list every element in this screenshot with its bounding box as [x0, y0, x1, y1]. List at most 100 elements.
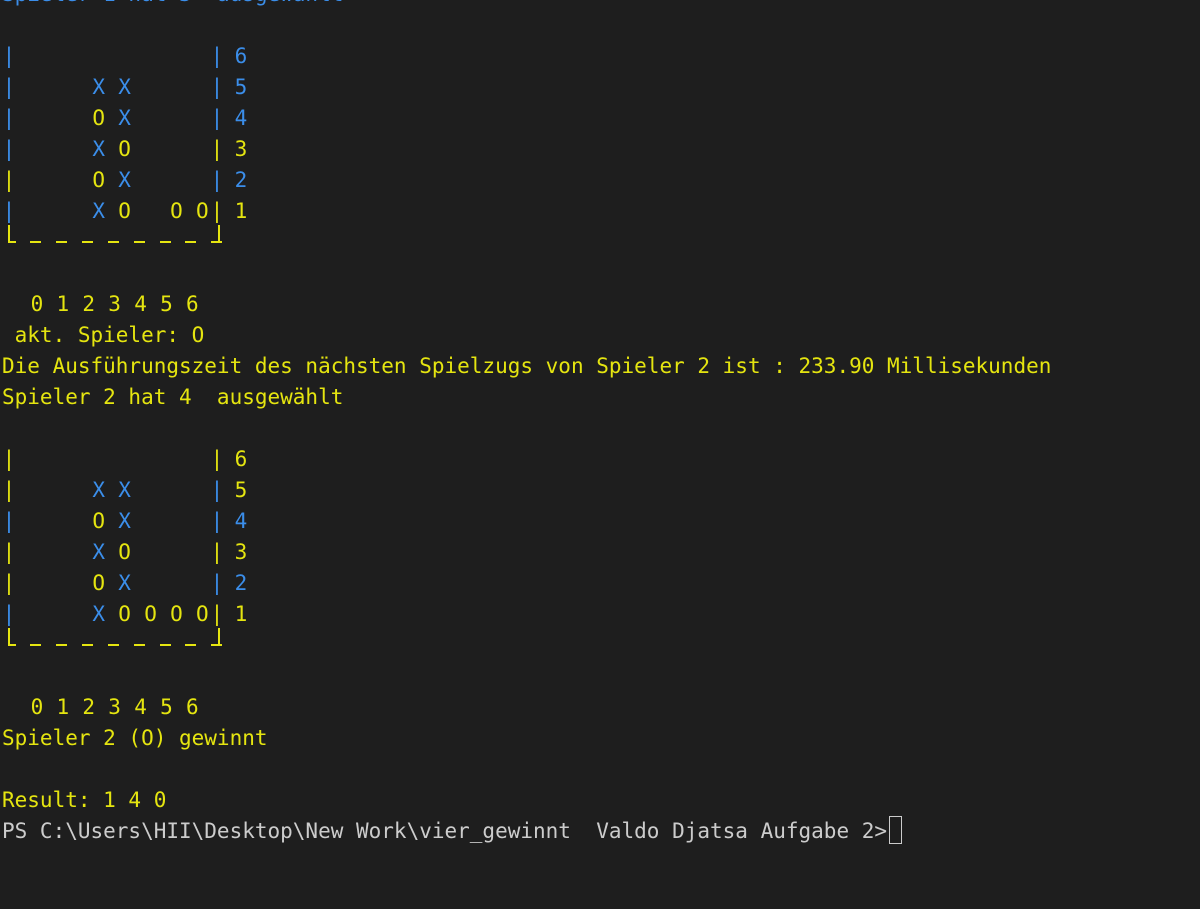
row-label: 5 [234, 478, 248, 502]
row-label: 3 [234, 540, 248, 564]
row-label: 4 [234, 509, 248, 533]
board-cell: O [92, 509, 106, 533]
board-cell: X [118, 571, 131, 595]
board-bottom-dash [55, 241, 67, 243]
board-cell [60, 41, 86, 72]
board-right-edge: | [210, 106, 224, 130]
board-right-edge: | [210, 44, 224, 68]
board-cell: X [92, 199, 106, 223]
board-right-edge: | [210, 447, 224, 471]
board-row: | XO | 3 [2, 134, 1198, 165]
winner-line: Spieler 2 (O) gewinnt [2, 726, 268, 750]
board-cell [138, 568, 164, 599]
board-right-edge: | [210, 137, 224, 161]
row-label: 3 [234, 137, 248, 161]
column-labels-1: 0123456 [2, 289, 1198, 320]
board-cell [60, 103, 86, 134]
top-cut-line: Spieler 1 hat 3 ausgewählt [2, 0, 343, 10]
board-cell [164, 103, 190, 134]
result-line: Result: 1 4 0 [2, 788, 167, 812]
board-cell: O [92, 571, 106, 595]
board-cell [60, 599, 86, 630]
board-left-edge: | [2, 602, 16, 626]
row-label: 1 [234, 602, 248, 626]
board-cell [34, 134, 60, 165]
board-bottom-right-corner [213, 628, 220, 646]
prompt-line[interactable]: PS C:\Users\HII\Desktop\New Work\vier_ge… [2, 816, 1198, 847]
prompt-row[interactable]: PS C:\Users\HII\Desktop\New Work\vier_ge… [2, 816, 903, 847]
row-label: 2 [234, 168, 248, 192]
output-line-akt-spieler: akt. Spieler: O [2, 320, 1198, 351]
row-label: 6 [234, 44, 248, 68]
board-right-edge: | [210, 509, 224, 533]
board-left-edge: | [2, 509, 16, 533]
board-cell [34, 103, 60, 134]
board-bottom-dash [107, 644, 119, 646]
board-cell [138, 506, 164, 537]
board-cell: O [144, 602, 157, 626]
exec-time-line: Die Ausführungszeit des nächsten Spielzu… [2, 354, 1052, 378]
board-bottom-dash [185, 644, 197, 646]
board-cell: X [118, 478, 131, 502]
column-label: 3 [108, 695, 121, 719]
board-cell [34, 196, 60, 227]
board-cell [60, 475, 86, 506]
text-cursor[interactable] [889, 816, 903, 844]
board-row: | XO | 3 [2, 537, 1198, 568]
output-line-top: Spieler 1 hat 3 ausgewählt [2, 0, 1198, 10]
board-row: | OX | 4 [2, 103, 1198, 134]
column-label: 0 [30, 292, 44, 316]
terminal-output: Spieler 1 hat 3 ausgewählt | |6| XX |5| … [2, 0, 1198, 847]
board-cell: O [170, 199, 183, 223]
row-label: 2 [234, 571, 248, 595]
board-right-edge: | [210, 602, 224, 626]
board-right-edge: | [210, 571, 224, 595]
board-left-edge: | [2, 447, 16, 471]
board-cell [138, 103, 164, 134]
board-cell [60, 568, 86, 599]
board-bottom-left-corner [8, 225, 10, 241]
board-cell: O [92, 168, 106, 192]
column-label: 5 [160, 695, 173, 719]
column-label: 6 [186, 695, 199, 719]
board-cell [34, 165, 60, 196]
board-cell: O [170, 602, 183, 626]
board-cell: O [118, 540, 131, 564]
board-cell [86, 41, 112, 72]
akt-spieler-line: akt. Spieler: O [2, 323, 205, 347]
board-left-edge: | [2, 44, 16, 68]
board-cell: O [92, 106, 106, 130]
board-cell [86, 444, 112, 475]
board-cell [138, 196, 164, 227]
board-cell [60, 72, 86, 103]
board-cell: O [118, 137, 131, 161]
board-left-edge: | [2, 571, 16, 595]
board-bottom-right-corner [213, 225, 220, 243]
board-cell [138, 475, 164, 506]
board-cell [34, 444, 60, 475]
board-cell: X [92, 478, 106, 502]
board-cell [164, 72, 190, 103]
board-cell [112, 444, 138, 475]
board-cell [164, 444, 190, 475]
board-left-edge: | [2, 75, 16, 99]
board-row: | OX | 4 [2, 506, 1198, 537]
board-cell [34, 568, 60, 599]
board-cell [34, 72, 60, 103]
column-label: 2 [82, 292, 96, 316]
board-cell: O [118, 602, 131, 626]
row-label: 5 [234, 75, 248, 99]
board-left-edge: | [2, 478, 16, 502]
board-row: | X O O O O | 1 [2, 599, 1198, 630]
column-label: 5 [160, 292, 173, 316]
board-left-edge: | [2, 106, 16, 130]
board-cell: X [92, 75, 106, 99]
board-cell [138, 72, 164, 103]
board-cell [34, 475, 60, 506]
board-cell [34, 537, 60, 568]
board-right-edge: | [210, 540, 224, 564]
board-bottom-dash [81, 241, 93, 243]
row-label: 1 [234, 199, 248, 223]
